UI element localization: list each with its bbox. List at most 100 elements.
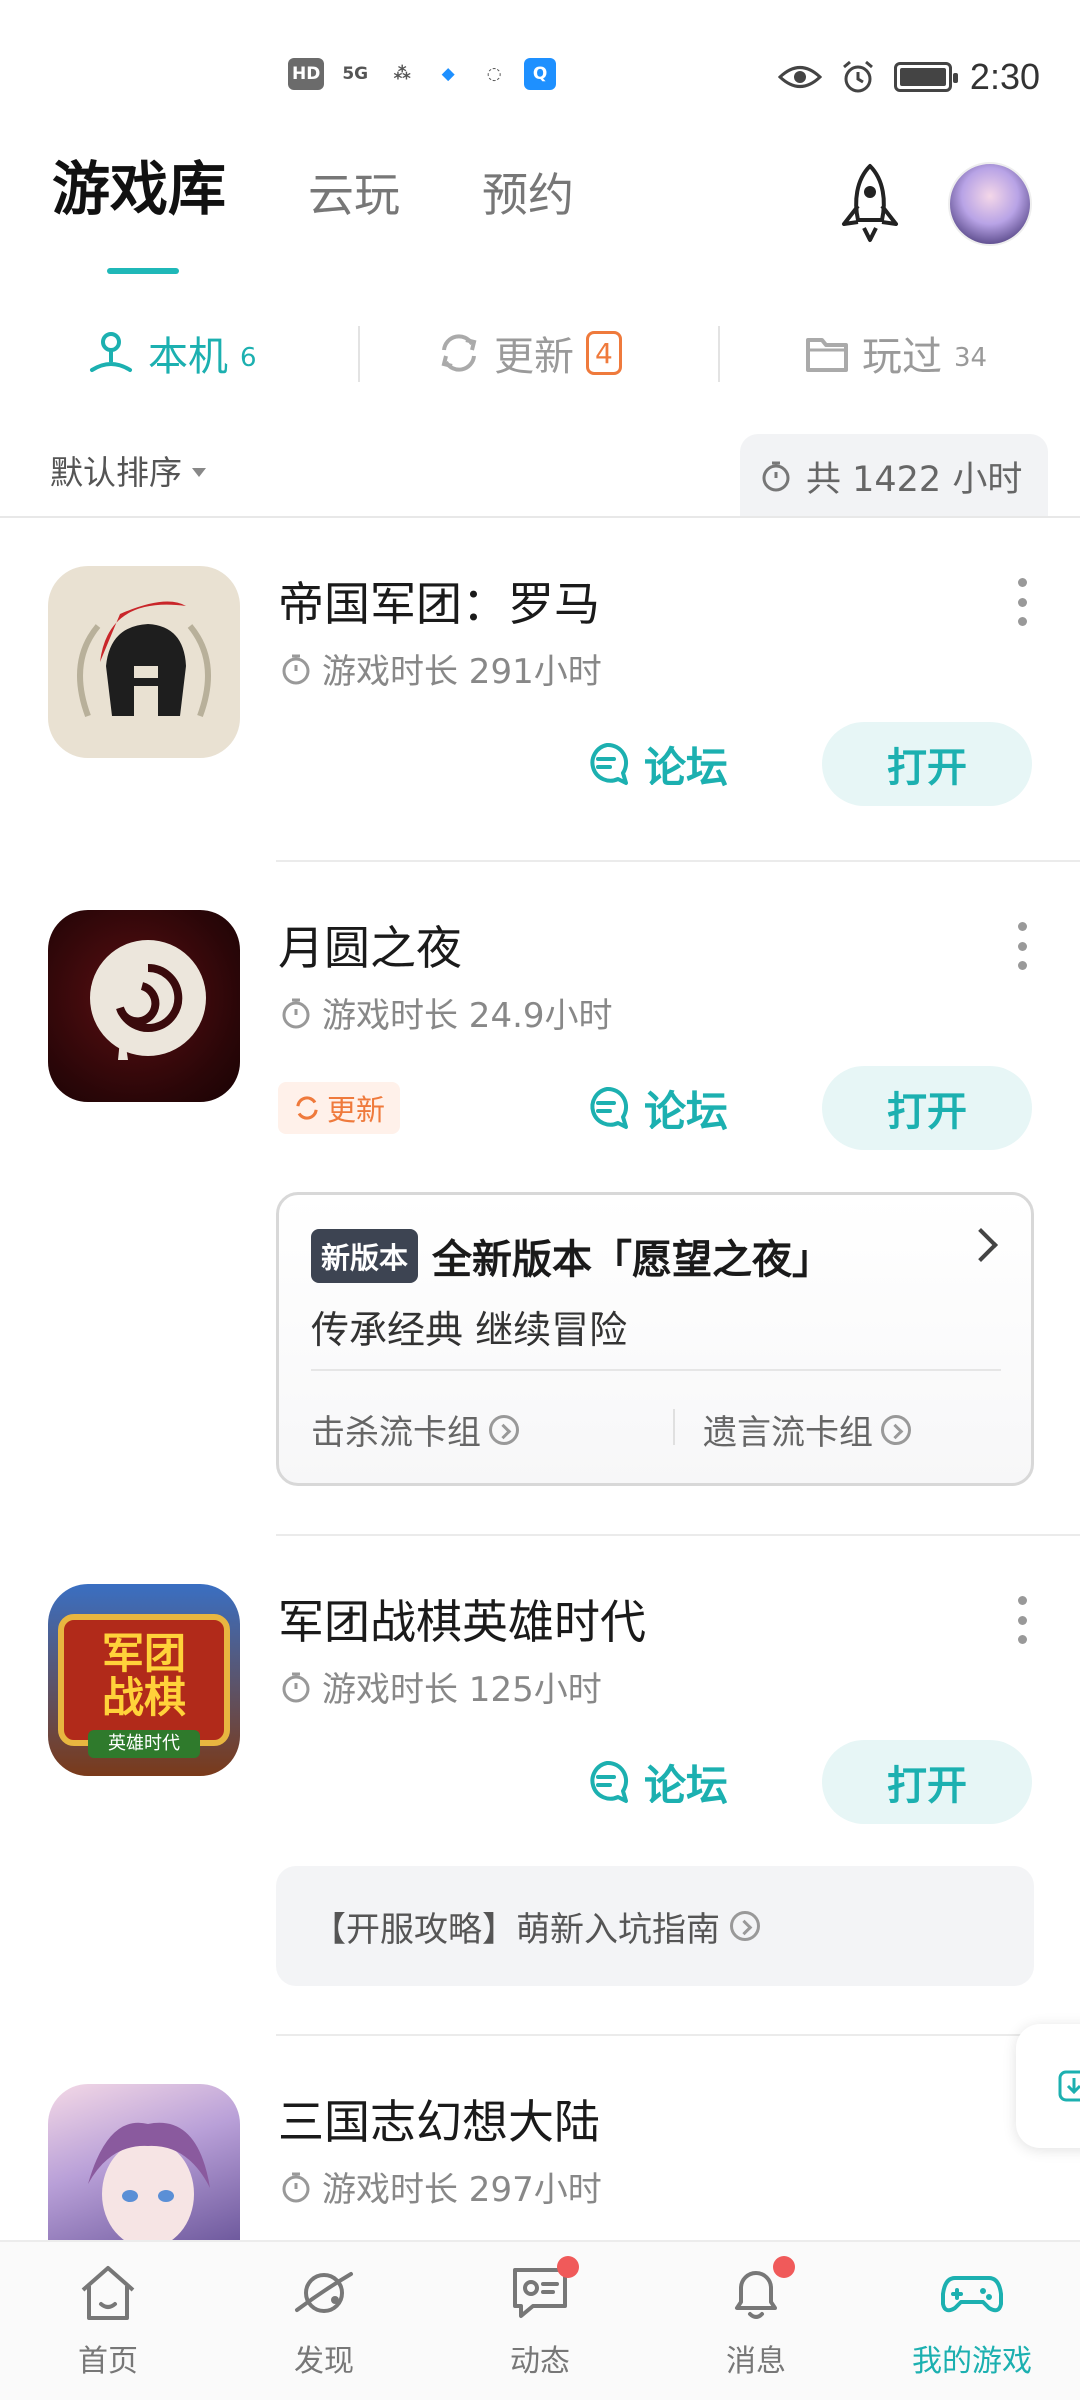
refresh-icon	[441, 334, 477, 372]
forum-icon	[590, 742, 629, 785]
battery-icon	[893, 62, 958, 92]
eye-icon	[777, 66, 822, 88]
tab-cloud-play[interactable]: 云玩	[308, 172, 400, 218]
news-link-divider	[673, 1409, 675, 1445]
caret-down-icon	[192, 467, 206, 477]
game-icon-three-kingdoms[interactable]	[48, 2084, 240, 2240]
more-options-icon[interactable]	[1012, 574, 1032, 630]
nav-messages[interactable]: 消息	[686, 2256, 826, 2390]
game-playtime: 游戏时长 297小时	[280, 2162, 602, 2211]
game-icon-moon-night[interactable]	[48, 910, 240, 1102]
bell-icon-wrap	[723, 2256, 795, 2326]
gamepad-icon	[941, 2276, 1003, 2313]
status-icons: HD 5G ⁂ ◆ ◌ Q	[288, 58, 557, 90]
subtab-divider	[358, 326, 360, 382]
timer-icon	[282, 998, 310, 1028]
forum-button[interactable]: 论坛	[584, 1740, 728, 1824]
subtab-played-count: 34	[954, 343, 988, 373]
game-icon-rome[interactable]	[48, 566, 240, 758]
subtab-local-count: 6	[240, 343, 257, 373]
guide-text: 【开服攻略】萌新入坑指南	[312, 1909, 720, 1950]
forum-label: 论坛	[644, 1086, 729, 1136]
forum-button[interactable]: 论坛	[584, 722, 728, 806]
subtab-played[interactable]: 玩过 34	[804, 318, 987, 388]
message-icon: ◌	[486, 64, 502, 84]
refresh-icon	[296, 1096, 318, 1120]
status-right: 2:30	[777, 56, 1040, 98]
user-avatar[interactable]	[948, 162, 1032, 246]
forum-icon	[590, 1086, 629, 1129]
game-title[interactable]: 三国志幻想大陆	[278, 2086, 600, 2152]
nav-discover[interactable]: 发现	[254, 2260, 394, 2390]
subtab-local[interactable]: 本机 6	[86, 318, 257, 388]
icon-subtitle: 英雄时代	[88, 1730, 200, 1758]
link-icon: ⁂	[393, 64, 411, 84]
row-divider	[276, 2034, 1080, 2036]
game-playtime: 游戏时长 291小时	[280, 644, 602, 693]
nav-home[interactable]: 首页	[38, 2260, 178, 2390]
open-game-button[interactable]: 打开	[822, 722, 1032, 806]
news-head: 新版本 全新版本「愿望之夜」	[311, 1227, 832, 1285]
update-tag[interactable]: 更新	[278, 1082, 400, 1134]
arrow-circle-icon	[881, 1414, 911, 1445]
game-playtime: 游戏时长 24.9小时	[280, 988, 613, 1037]
news-link-label: 击杀流卡组	[311, 1413, 481, 1453]
tab-game-library[interactable]: 游戏库	[52, 160, 226, 218]
game-playtime-text: 游戏时长 24.9小时	[322, 996, 613, 1036]
row-divider	[276, 1534, 1080, 1536]
game-title[interactable]: 军团战棋英雄时代	[278, 1586, 646, 1652]
character-art	[88, 2122, 210, 2240]
floating-download-tab[interactable]	[1016, 2024, 1080, 2148]
nav-label: 发现	[294, 2344, 354, 2379]
icon-text: 军团 战棋	[48, 1632, 240, 1720]
forum-button[interactable]: 论坛	[584, 1066, 728, 1150]
nav-label: 动态	[510, 2344, 570, 2379]
timer-icon	[282, 1672, 310, 1702]
news-link-kill-deck[interactable]: 击杀流卡组	[311, 1405, 519, 1454]
news-separator	[311, 1369, 1001, 1371]
nav-label: 首页	[78, 2344, 138, 2379]
row-divider	[276, 860, 1080, 862]
total-playtime: 共 1422 小时	[740, 434, 1048, 518]
icon-text-line: 军团	[101, 1629, 186, 1678]
timer-icon	[282, 654, 310, 684]
rocket-icon[interactable]	[832, 162, 908, 246]
subtab-divider	[718, 326, 720, 382]
sort-dropdown[interactable]: 默认排序	[50, 446, 206, 494]
news-link-label: 遗言流卡组	[703, 1413, 873, 1453]
open-game-button[interactable]: 打开	[822, 1740, 1032, 1824]
chat-icon-wrap	[507, 2256, 579, 2326]
game-playtime-text: 游戏时长 297小时	[322, 2170, 602, 2210]
hd-icon: HD	[288, 58, 325, 90]
icon-text-line: 战棋	[101, 1673, 186, 1722]
status-bar: HD 5G ⁂ ◆ ◌ Q 2:30	[0, 0, 1080, 150]
game-title[interactable]: 帝国军团：罗马	[278, 568, 600, 634]
chevron-right-icon	[964, 1228, 998, 1262]
news-link-lastwords-deck[interactable]: 遗言流卡组	[703, 1405, 911, 1454]
moon-logo	[90, 940, 206, 1060]
arrow-circle-icon	[489, 1414, 519, 1445]
nav-my-games[interactable]: 我的游戏	[902, 2260, 1042, 2390]
planet-icon	[295, 2272, 353, 2313]
total-playtime-text: 共 1422 小时	[806, 459, 1023, 500]
timer-icon	[282, 2172, 310, 2202]
subtab-update-label: 更新	[494, 334, 574, 380]
tab-reservation[interactable]: 预约	[482, 172, 574, 218]
game-playtime-text: 游戏时长 291小时	[322, 652, 602, 692]
more-options-icon[interactable]	[1012, 1592, 1032, 1648]
game-icon-legion-chess[interactable]: 军团 战棋 英雄时代	[48, 1584, 240, 1776]
download-icon	[1058, 2070, 1080, 2102]
open-game-button[interactable]: 打开	[822, 1066, 1032, 1150]
sort-label: 默认排序	[50, 453, 182, 492]
update-count-badge: 4	[586, 331, 622, 375]
subtab-update[interactable]: 更新 4	[436, 318, 622, 388]
guide-link[interactable]: 【开服攻略】萌新入坑指南	[276, 1866, 1034, 1986]
search-app-icon: Q	[524, 58, 557, 90]
nav-feed[interactable]: 动态	[470, 2256, 610, 2390]
news-card[interactable]: 新版本 全新版本「愿望之夜」 传承经典 继续冒险 击杀流卡组 遗言流卡组	[276, 1192, 1034, 1486]
notification-dot	[773, 2256, 795, 2278]
news-subtitle: 传承经典 继续冒险	[311, 1308, 628, 1352]
subtab-played-label: 玩过	[862, 334, 942, 380]
game-title[interactable]: 月圆之夜	[278, 912, 462, 978]
more-options-icon[interactable]	[1012, 918, 1032, 974]
